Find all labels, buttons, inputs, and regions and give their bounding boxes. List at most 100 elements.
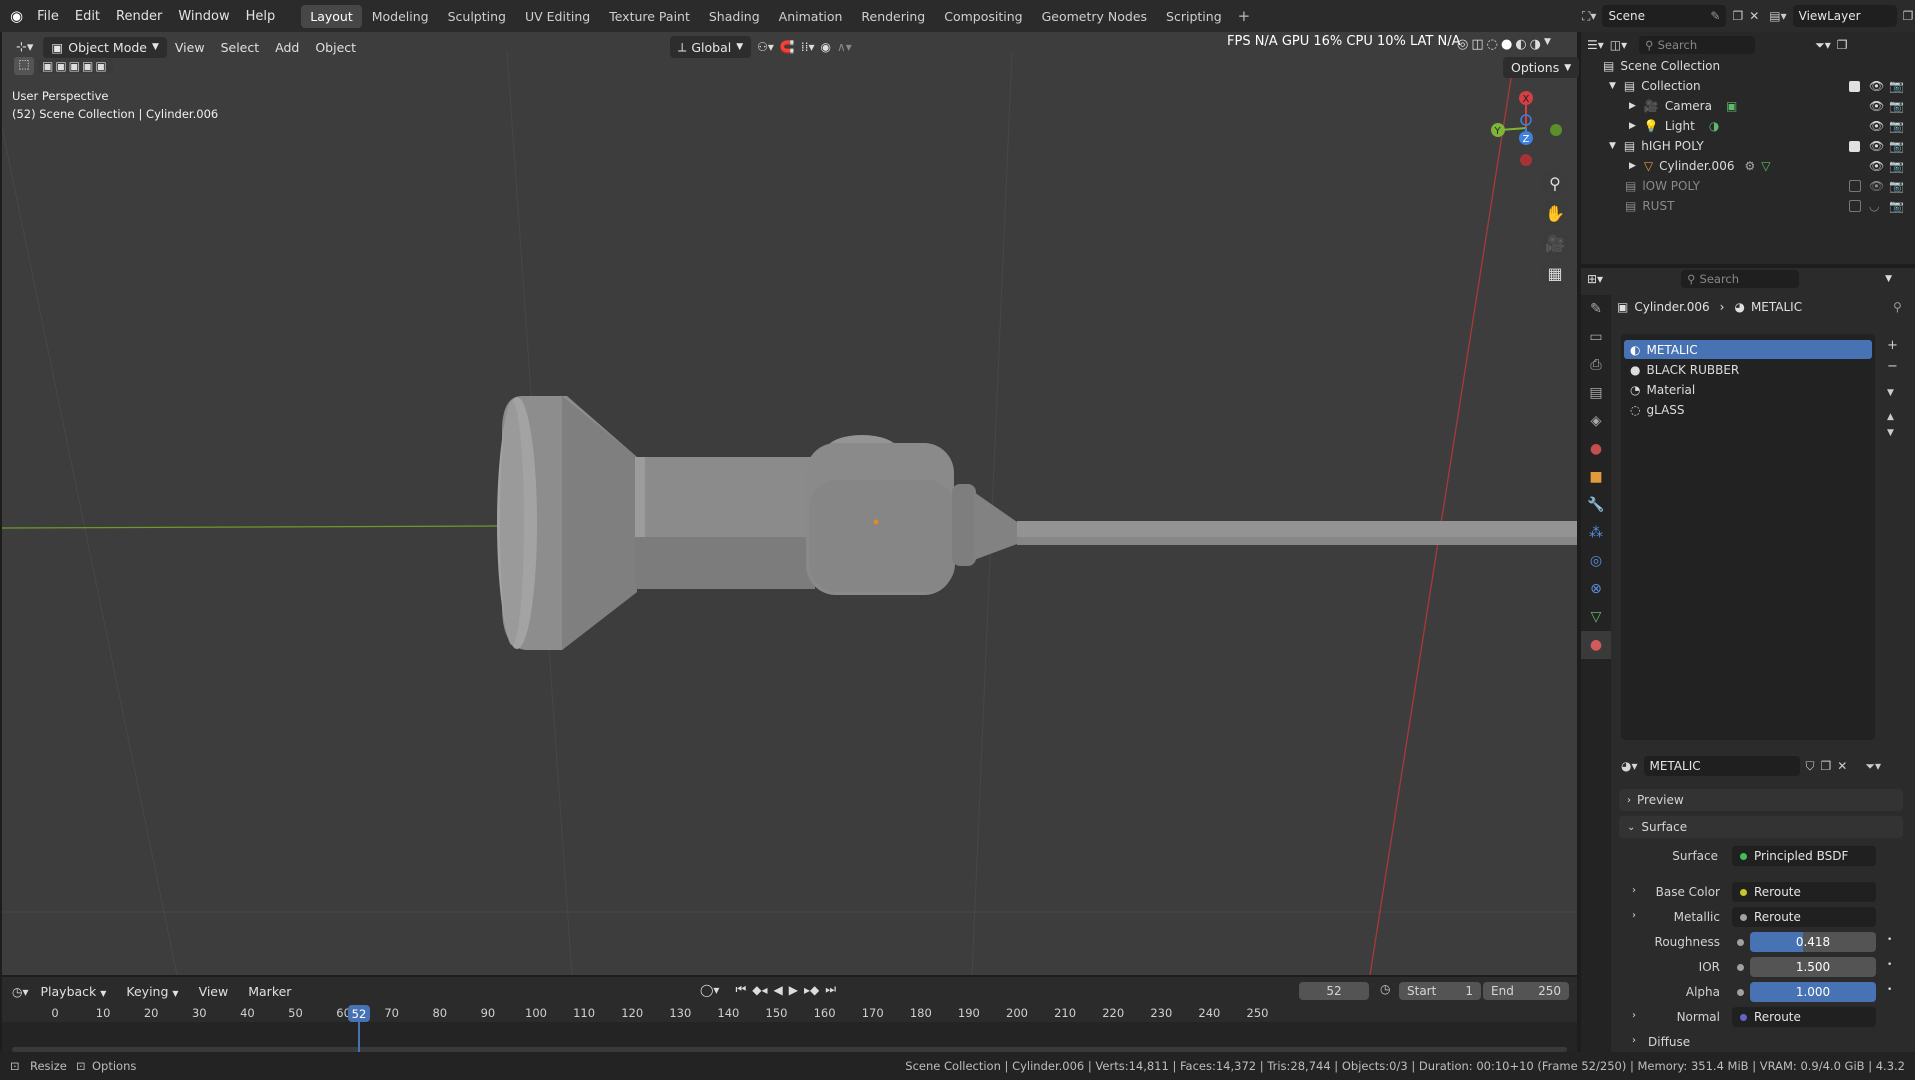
- overlay-icon[interactable]: ◎: [1457, 37, 1468, 52]
- add-workspace-icon[interactable]: +: [1238, 7, 1251, 25]
- tab-sculpting[interactable]: Sculpting: [439, 5, 515, 28]
- eye-icon[interactable]: 👁: [1869, 179, 1884, 193]
- zoom-icon[interactable]: ⚲: [1541, 170, 1569, 196]
- pan-hand-icon[interactable]: ✋: [1541, 200, 1569, 226]
- keyframe-dot-icon[interactable]: •: [1887, 960, 1892, 970]
- fake-user-icon[interactable]: ⛉: [1806, 759, 1815, 774]
- scene-tab-icon[interactable]: ◈: [1581, 407, 1611, 435]
- camera-render-icon[interactable]: 📷: [1889, 79, 1904, 93]
- normal-field[interactable]: Reroute: [1732, 1007, 1876, 1027]
- timeline-editor-icon[interactable]: ◷▾: [12, 985, 29, 999]
- chevron-down-icon[interactable]: ▼: [1544, 37, 1551, 52]
- modifier-icon[interactable]: ⚙: [1744, 159, 1755, 173]
- camera-render-icon[interactable]: 📷: [1889, 119, 1904, 133]
- remove-slot-icon[interactable]: −: [1887, 359, 1898, 374]
- timeline-menu-view[interactable]: View: [191, 981, 237, 1002]
- tool-tab-icon[interactable]: ✎: [1581, 295, 1611, 323]
- proportional-edit-icon[interactable]: ◉: [821, 40, 831, 54]
- data-tab-icon[interactable]: ▽: [1581, 603, 1611, 631]
- selection-mode-icons[interactable]: ▣▣▣▣▣: [38, 59, 113, 73]
- new-collection-icon[interactable]: ❐: [1837, 38, 1848, 52]
- metallic-field[interactable]: Reroute: [1732, 907, 1876, 927]
- end-frame-field[interactable]: End 250: [1483, 982, 1569, 1000]
- pin-icon[interactable]: ⚲: [1893, 300, 1902, 314]
- render-tab-icon[interactable]: ▭: [1581, 323, 1611, 351]
- material-browse-icon[interactable]: ◕▾: [1621, 759, 1638, 773]
- outliner-row-scene-collection[interactable]: ▤ Scene Collection: [1581, 56, 1915, 76]
- surface-shader-field[interactable]: Principled BSDF: [1732, 846, 1876, 866]
- camera-render-icon[interactable]: 📷: [1889, 159, 1904, 173]
- viewport-menu-select[interactable]: Select: [213, 37, 268, 58]
- mode-dropdown[interactable]: ▣ Object Mode ▼: [43, 36, 167, 58]
- material-slot-black-rubber[interactable]: ● BLACK RUBBER: [1624, 360, 1872, 379]
- viewport-menu-add[interactable]: Add: [267, 37, 307, 58]
- world-tab-icon[interactable]: ●: [1581, 435, 1611, 463]
- xray-icon[interactable]: ◫: [1471, 37, 1483, 52]
- start-frame-field[interactable]: Start 1: [1399, 982, 1481, 1000]
- jump-end-icon[interactable]: ⏭: [825, 982, 836, 997]
- delete-scene-icon[interactable]: ✕: [1749, 9, 1759, 23]
- scene-name-field[interactable]: Scene ✎: [1602, 5, 1727, 27]
- menu-help[interactable]: Help: [238, 9, 284, 24]
- tab-layout[interactable]: Layout: [301, 4, 362, 28]
- checkbox-icon[interactable]: [1849, 140, 1860, 152]
- blender-logo-icon[interactable]: ◉: [10, 7, 23, 25]
- constraints-tab-icon[interactable]: ⊗: [1581, 575, 1611, 603]
- camera-render-icon[interactable]: 📷: [1889, 179, 1904, 193]
- expand-right-icon[interactable]: ›: [1632, 1035, 1636, 1046]
- eye-closed-icon[interactable]: ◡: [1869, 199, 1879, 213]
- falloff-icon[interactable]: ∧▾: [837, 40, 852, 54]
- timeline-menu-playback[interactable]: Playback ▼: [33, 981, 115, 1002]
- clock-icon[interactable]: ◷: [1380, 982, 1390, 996]
- tab-modeling[interactable]: Modeling: [363, 5, 438, 28]
- camera-render-icon[interactable]: 📷: [1889, 139, 1904, 153]
- material-shading-icon[interactable]: ◐: [1515, 37, 1526, 52]
- eye-icon[interactable]: 👁: [1869, 139, 1884, 153]
- checkbox-icon[interactable]: [1849, 200, 1861, 212]
- playhead-line[interactable]: [358, 1022, 360, 1052]
- physics-tab-icon[interactable]: ◎: [1581, 547, 1611, 575]
- ior-field[interactable]: 1.500: [1750, 957, 1876, 977]
- timeline-menu-keying[interactable]: Keying ▼: [118, 981, 186, 1002]
- perspective-toggle-icon[interactable]: ▦: [1541, 260, 1569, 286]
- tab-compositing[interactable]: Compositing: [935, 5, 1031, 28]
- menu-file[interactable]: File: [29, 9, 67, 24]
- expand-right-icon[interactable]: ›: [1632, 1010, 1636, 1021]
- play-reverse-icon[interactable]: ◀: [774, 983, 783, 997]
- play-icon[interactable]: ▶: [789, 983, 798, 997]
- 3d-viewport[interactable]: [2, 32, 1577, 975]
- eye-icon[interactable]: 👁: [1869, 119, 1884, 133]
- tab-uv-editing[interactable]: UV Editing: [516, 5, 599, 28]
- camera-render-icon[interactable]: 📷: [1889, 199, 1904, 213]
- diffuse-panel-header[interactable]: Diffuse: [1648, 1035, 1690, 1049]
- outliner-row-camera[interactable]: ▶ 🎥 Camera ▣ 👁 📷: [1581, 96, 1915, 116]
- select-tool-icon[interactable]: ⬚: [14, 57, 34, 75]
- object-tab-icon[interactable]: ■: [1581, 463, 1611, 491]
- mesh-data-icon[interactable]: ▽: [1761, 159, 1770, 173]
- eye-icon[interactable]: 👁: [1869, 159, 1884, 173]
- outliner-row-cylinder[interactable]: ▶ ▽ Cylinder.006 ⚙ ▽ 👁 📷: [1581, 156, 1915, 176]
- checkbox-icon[interactable]: [1849, 180, 1861, 192]
- properties-editor-icon[interactable]: ⊞▾: [1587, 272, 1603, 286]
- outliner-row-rust[interactable]: ▤ RUST ◡ 📷: [1581, 196, 1915, 216]
- auto-keying-icon[interactable]: ◯▾: [700, 983, 719, 997]
- material-slot-metalic[interactable]: ◐ METALIC: [1624, 340, 1872, 359]
- new-view-layer-icon[interactable]: ❐: [1903, 9, 1914, 23]
- wireframe-shading-icon[interactable]: ◌: [1487, 37, 1498, 52]
- options-dropdown[interactable]: Options ▼: [1503, 57, 1580, 78]
- filter-icon[interactable]: ⏷▾: [1815, 38, 1831, 53]
- navigation-gizmo[interactable]: X Y Z: [1486, 88, 1566, 168]
- roughness-slider[interactable]: 0.418: [1750, 932, 1876, 952]
- material-name-field[interactable]: METALIC: [1643, 756, 1800, 776]
- move-up-icon[interactable]: ▲: [1887, 412, 1898, 422]
- node-filter-icon[interactable]: ⏷▾: [1865, 759, 1881, 774]
- editor-type-icon[interactable]: ⊹▾: [16, 40, 33, 55]
- properties-search-input[interactable]: ⚲ Search: [1681, 270, 1800, 288]
- rendered-shading-icon[interactable]: ◑: [1530, 37, 1541, 52]
- tab-texture-paint[interactable]: Texture Paint: [600, 5, 699, 28]
- eye-icon[interactable]: 👁: [1869, 99, 1884, 113]
- prev-keyframe-icon[interactable]: ◆◂: [752, 983, 767, 997]
- snap-icon[interactable]: 🧲: [780, 40, 795, 54]
- expand-right-icon[interactable]: ▶: [1629, 161, 1636, 171]
- expand-down-icon[interactable]: ▼: [1609, 81, 1616, 91]
